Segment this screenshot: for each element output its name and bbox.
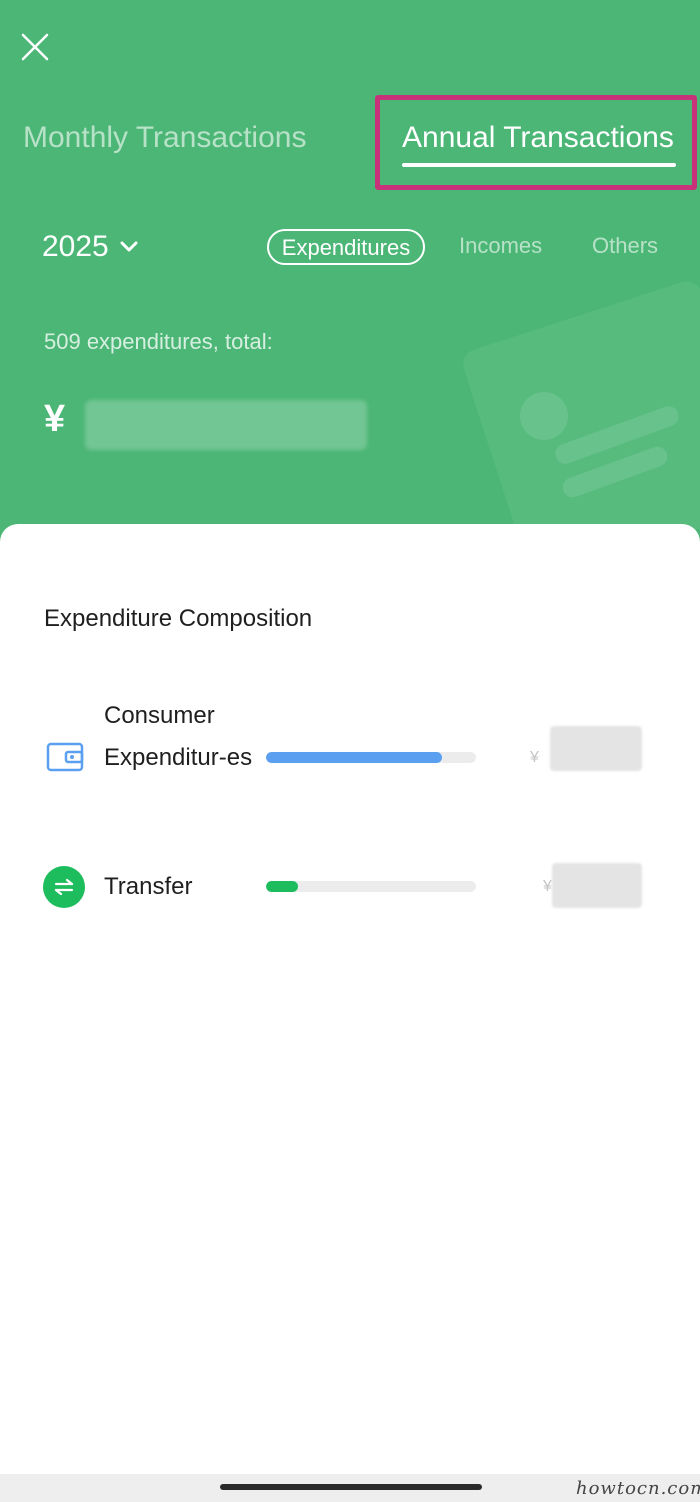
year-selector[interactable]: 2025 (42, 227, 139, 267)
total-currency-symbol: ¥ (44, 398, 66, 440)
filter-expenditures[interactable]: Expenditures (267, 229, 425, 265)
tab-monthly-transactions[interactable]: Monthly Transactions (23, 118, 306, 158)
transfer-amount-currency: ¥ (543, 878, 552, 895)
wallet-icon (46, 741, 84, 773)
transfer-icon (43, 866, 85, 908)
annotation-highlight-box (375, 95, 697, 190)
transfer-bar (266, 881, 476, 892)
close-icon (21, 33, 49, 61)
composition-title: Expenditure Composition (44, 605, 313, 632)
category-consumer-expenditures[interactable]: Consumer Expenditur-es (104, 695, 254, 779)
consumer-amount-redacted (550, 726, 642, 771)
chevron-down-icon (120, 241, 138, 252)
close-button[interactable] (18, 30, 52, 64)
composition-panel (0, 524, 700, 1474)
total-amount-redacted (85, 400, 367, 450)
consumer-expenditures-bar (266, 752, 476, 763)
filter-others[interactable]: Others (592, 229, 658, 265)
transfer-amount-redacted (552, 863, 642, 908)
home-indicator[interactable] (220, 1484, 482, 1490)
watermark: howtocn.com (576, 1478, 700, 1499)
expenditure-summary: 509 expenditures, total: (44, 329, 273, 354)
category-transfer[interactable]: Transfer (104, 866, 192, 908)
consumer-amount-currency: ¥ (530, 749, 539, 766)
header: Monthly Transactions Annual Transactions… (0, 0, 700, 560)
decorative-circle (520, 392, 568, 440)
transfer-bar-fill (266, 881, 298, 892)
year-label: 2025 (42, 230, 109, 263)
consumer-expenditures-bar-fill (266, 752, 443, 763)
filter-incomes[interactable]: Incomes (459, 229, 542, 265)
